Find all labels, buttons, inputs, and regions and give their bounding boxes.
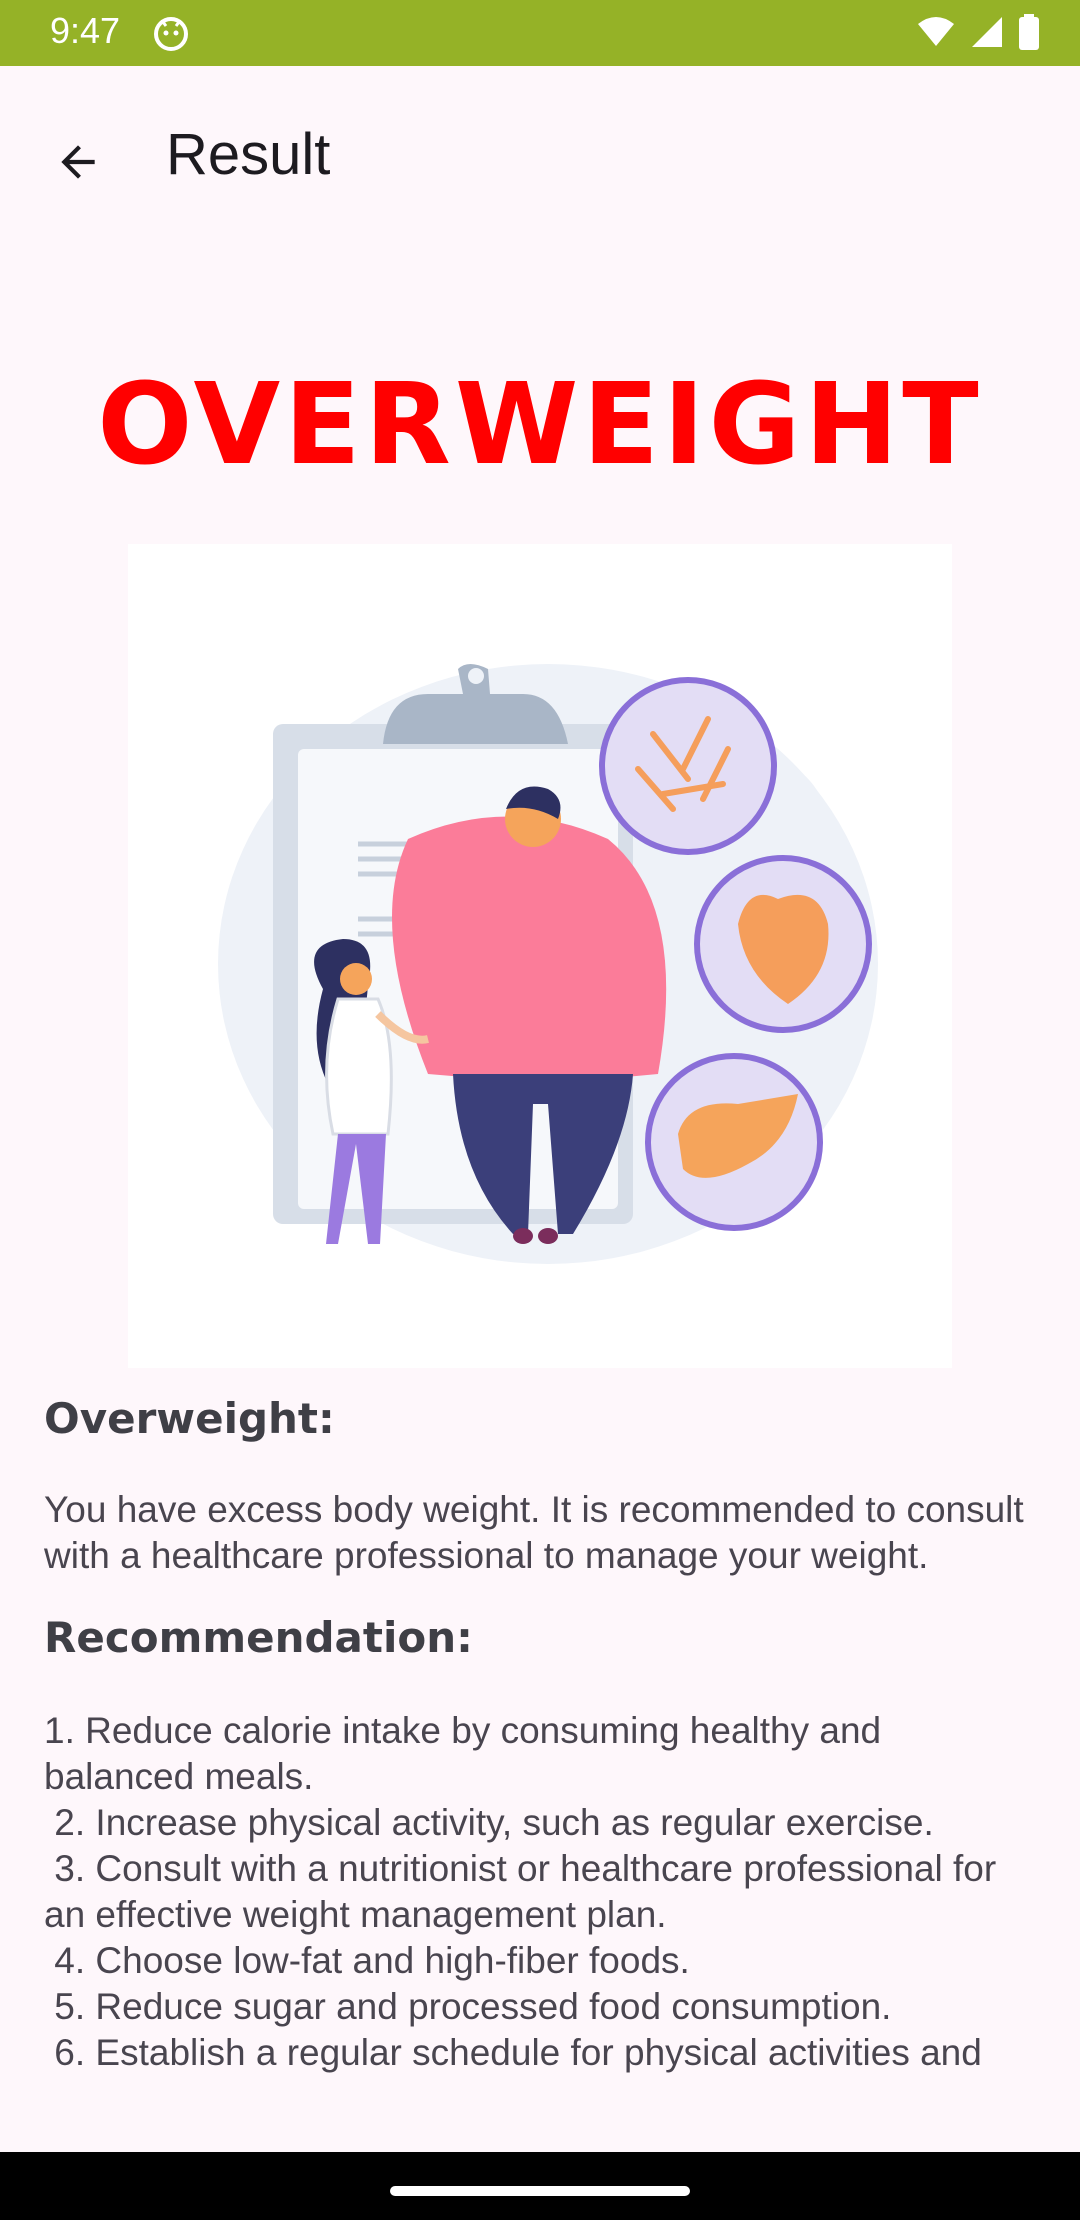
status-bar: 9:47	[0, 0, 1080, 66]
signal-icon	[972, 17, 1002, 47]
overweight-description: You have excess body weight. It is recom…	[44, 1489, 1034, 1576]
page-title: Result	[166, 122, 331, 187]
recommendation-heading: Recommendation:	[44, 1613, 473, 1662]
home-gesture-handle[interactable]	[390, 2186, 690, 2196]
recommendation-list: 1. Reduce calorie intake by consuming he…	[44, 1710, 997, 2073]
wifi-icon	[918, 17, 954, 46]
arrow-back-icon	[61, 145, 95, 179]
app-bar: Result	[0, 66, 1080, 246]
overweight-illustration	[128, 544, 952, 1368]
result-category: OVERWEIGHT	[97, 360, 983, 490]
system-navigation-bar	[0, 2152, 1080, 2220]
android-debug-icon	[154, 17, 188, 51]
back-button[interactable]	[40, 124, 116, 200]
battery-icon	[1019, 14, 1039, 50]
overweight-heading: Overweight:	[44, 1394, 335, 1443]
result-details: Overweight: You have excess body weight.…	[44, 1394, 1036, 2110]
status-time: 9:47	[50, 10, 121, 51]
